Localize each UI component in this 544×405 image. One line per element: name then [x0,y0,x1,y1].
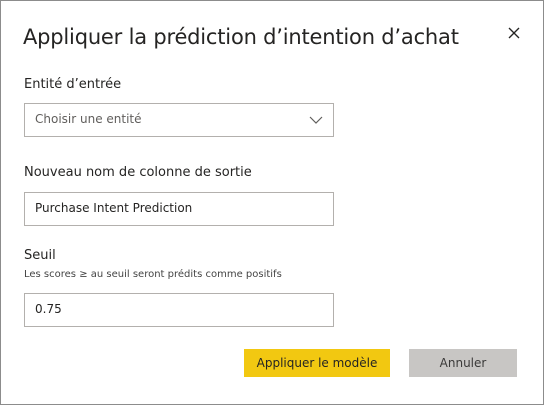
threshold-value: 0.75 [35,302,62,316]
apply-model-dialog: Appliquer la prédiction d’intention d’ac… [0,0,544,405]
apply-model-button[interactable]: Appliquer le modèle [244,349,390,377]
input-entity-label: Entité d’entrée [24,77,122,92]
output-column-input[interactable]: Purchase Intent Prediction [24,192,334,226]
cancel-button[interactable]: Annuler [409,349,517,377]
input-entity-placeholder: Choisir une entité [35,112,142,126]
input-entity-dropdown[interactable]: Choisir une entité [24,103,334,137]
threshold-input[interactable]: 0.75 [24,293,334,327]
threshold-label: Seuil [24,248,56,263]
threshold-hint: Les scores ≥ au seuil seront prédits com… [24,269,282,280]
output-column-label: Nouveau nom de colonne de sortie [24,165,252,180]
output-column-value: Purchase Intent Prediction [35,201,193,215]
close-button[interactable] [506,25,522,41]
dialog-title: Appliquer la prédiction d’intention d’ac… [23,25,459,49]
close-icon [508,27,520,39]
chevron-down-icon [309,116,323,124]
